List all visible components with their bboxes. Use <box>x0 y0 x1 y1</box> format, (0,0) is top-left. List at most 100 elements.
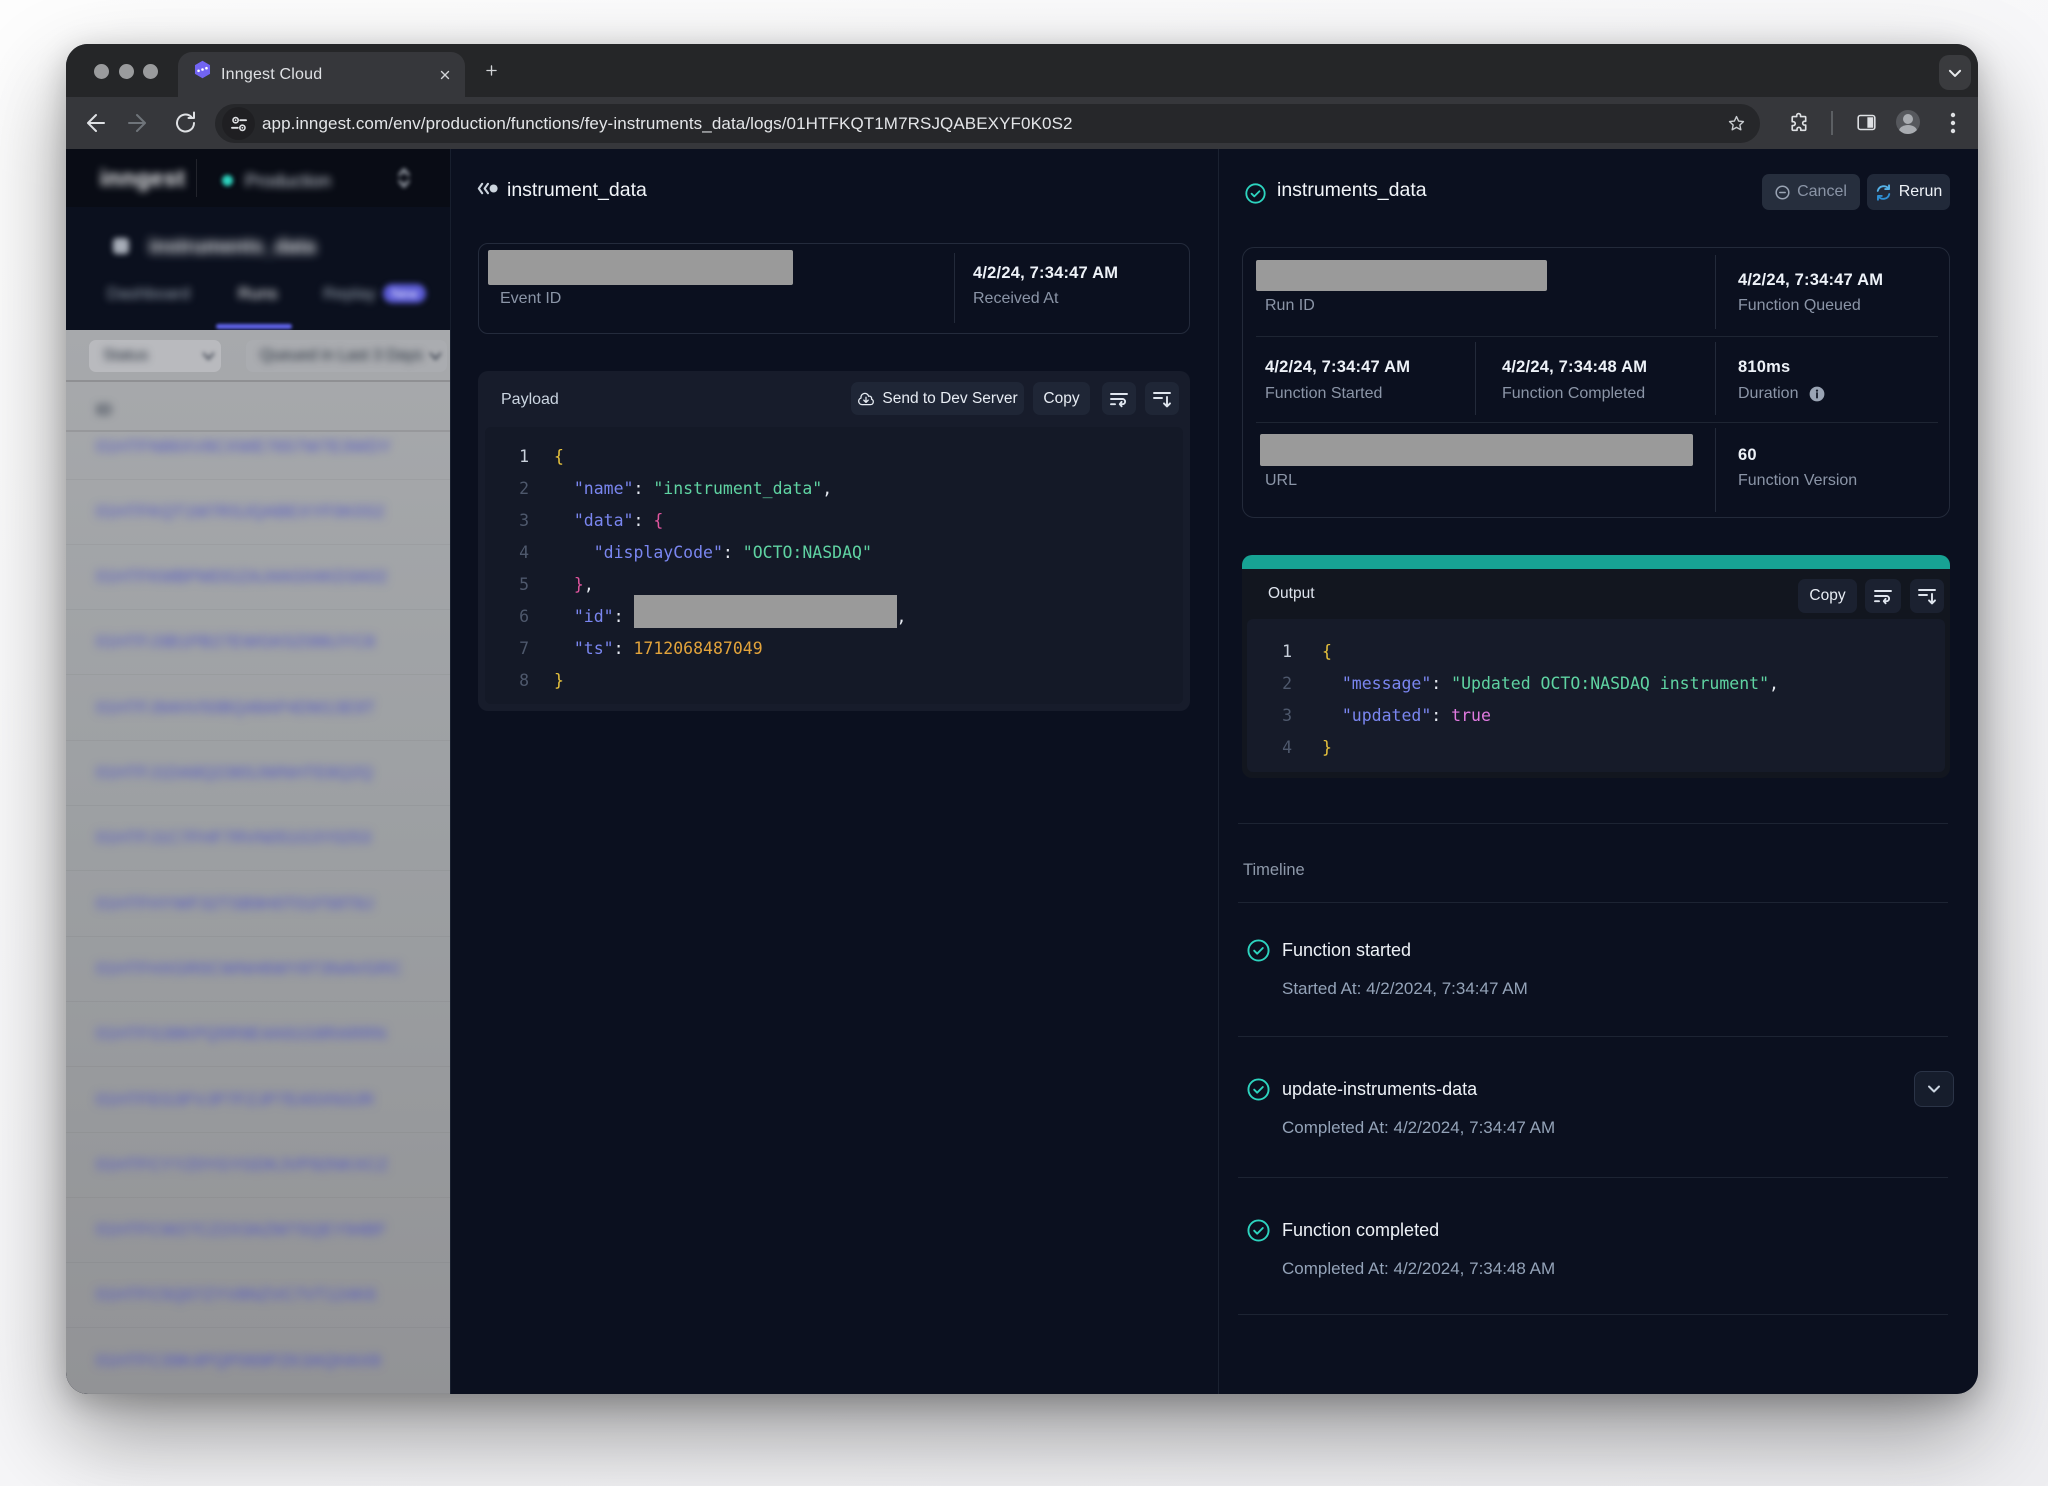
send-to-dev-server-label: Send to Dev Server <box>882 390 1017 408</box>
line-number: 3 <box>485 505 529 537</box>
cancel-button[interactable]: Cancel <box>1762 174 1860 210</box>
env-divider <box>196 159 197 197</box>
send-to-dev-server-button[interactable]: Send to Dev Server <box>851 382 1024 415</box>
app-content: inngest Production instruments_data Dash… <box>66 149 1978 1394</box>
payload-wordwrap-button[interactable] <box>1102 382 1136 415</box>
code-line: 6 "id": , <box>485 601 1183 633</box>
browser-window: Inngest Cloud <box>66 44 1978 1394</box>
function-icon <box>113 238 129 254</box>
cancel-label: Cancel <box>1797 183 1847 201</box>
browser-menu-icon[interactable] <box>1942 111 1964 135</box>
function-name: instruments_data <box>149 236 316 259</box>
rerun-button[interactable]: Rerun <box>1867 174 1950 210</box>
event-meta-divider <box>954 253 955 323</box>
timeline-step-expand-button[interactable] <box>1914 1071 1954 1107</box>
run-row-separator <box>66 544 450 545</box>
inngest-logo: inngest <box>100 165 185 192</box>
run-status-success-icon <box>1245 183 1266 204</box>
output-scroll-bottom-button[interactable] <box>1910 579 1944 613</box>
id-header-divider <box>66 430 450 432</box>
payload-title: Payload <box>501 391 559 409</box>
run-id-link[interactable]: 01HTFCW27CZ2X3AZM7SQEY94BF <box>96 1220 387 1240</box>
env-selector[interactable]: Production <box>245 171 331 192</box>
timeline-step-success-icon <box>1247 939 1270 962</box>
run-id-link[interactable]: 01HTFKMBPMDGZAJ4AG04KD3A02 <box>96 567 387 587</box>
tab-title: Inngest Cloud <box>221 66 322 84</box>
run-id-link[interactable]: 01HTFJ1C7FHF7RVN051G3Y0253 <box>96 828 371 848</box>
function-version-value: 60 <box>1738 446 1757 465</box>
word-wrap-icon <box>1109 390 1129 408</box>
payload-scroll-bottom-button[interactable] <box>1145 382 1179 415</box>
line-number: 3 <box>1247 700 1292 732</box>
status-filter-label: Status <box>103 347 148 365</box>
duration-info-icon[interactable] <box>1809 386 1825 402</box>
profile-avatar[interactable] <box>1896 110 1920 134</box>
output-panel: Output Copy 1{2 "m <box>1242 555 1950 778</box>
site-info-icon[interactable] <box>229 114 249 134</box>
reload-icon[interactable] <box>174 110 197 136</box>
run-id-link[interactable]: 01HTFC5Q07ZYV8NZVC7VT124K6 <box>96 1285 376 1305</box>
side-panel-icon[interactable] <box>1856 112 1877 133</box>
bookmark-star-icon[interactable] <box>1727 114 1746 133</box>
output-copy-button[interactable]: Copy <box>1798 579 1857 613</box>
run-id-link[interactable]: 01HTFN86XV8CXWE7657W7E3WDY <box>96 437 391 457</box>
traffic-light-close[interactable] <box>94 64 109 79</box>
run-id-link[interactable]: 01HTFG38KPQ5R9E4A91G8RARRN <box>96 1024 387 1044</box>
run-id-link[interactable]: 01HTFHXGR0CWNH6WY8T3NAVGRC <box>96 959 402 979</box>
cloud-download-icon <box>857 390 875 408</box>
queued-filter[interactable]: Queued in Last 3 Days <box>246 340 447 372</box>
code-line: 8} <box>485 665 1183 697</box>
run-id-link[interactable]: 01HTFCYYZ0YGYGDKJVP92NKXCZ <box>96 1155 388 1175</box>
traffic-light-minimize[interactable] <box>119 64 134 79</box>
run-row-separator <box>66 1197 450 1198</box>
run-id-link[interactable]: 01HTFJ94HV50BQ48AP4DM13E9T <box>96 698 375 718</box>
run-id-redacted <box>1256 260 1547 291</box>
line-number: 1 <box>1247 636 1292 668</box>
code-line: 2 "name": "instrument_data", <box>485 473 1183 505</box>
toolbar-divider <box>1831 111 1833 135</box>
traffic-light-zoom[interactable] <box>143 64 158 79</box>
line-number: 8 <box>485 665 529 697</box>
received-at-label: Received At <box>973 290 1058 308</box>
forward-icon[interactable] <box>127 110 149 136</box>
url-text: app.inngest.com/env/production/functions… <box>262 114 1073 134</box>
tab-replay[interactable]: Replay <box>323 284 376 304</box>
url-bar[interactable]: app.inngest.com/env/production/functions… <box>215 104 1760 143</box>
run-row-separator <box>66 870 450 871</box>
timeline-step-timestamp: Completed At: 4/2/2024, 7:34:47 AM <box>1282 1118 1555 1138</box>
event-meta-card: Event ID 4/2/24, 7:34:47 AM Received At <box>478 243 1190 334</box>
status-filter-chevron-icon <box>202 352 215 360</box>
timeline-title: Timeline <box>1243 861 1305 880</box>
line-number: 4 <box>485 537 529 569</box>
payload-copy-label: Copy <box>1043 390 1079 408</box>
run-id-link[interactable]: 01HTFKQT1M7RSJQABEXYF0K0S2 <box>96 502 385 522</box>
rerun-label: Rerun <box>1899 183 1943 201</box>
run-id-link[interactable]: 01HTFHYWF32TSB9H0T01F58T8J <box>96 894 373 914</box>
back-icon[interactable] <box>84 110 106 136</box>
run-id-link[interactable]: 01HTFJ1DA8Q238SJWNHTE8Q2Q <box>96 763 373 783</box>
run-id-link[interactable]: 01HTFEG3FVJP7FZJP7EA5XN3JR <box>96 1090 374 1110</box>
extensions-icon[interactable] <box>1788 112 1810 134</box>
filters-divider <box>66 380 450 382</box>
line-number: 2 <box>1247 668 1292 700</box>
line-number: 6 <box>485 601 529 633</box>
payload-copy-button[interactable]: Copy <box>1033 382 1090 415</box>
timeline-step-success-icon <box>1247 1078 1270 1101</box>
env-selector-chevrons-icon[interactable] <box>397 165 411 191</box>
word-wrap-icon <box>1873 587 1893 605</box>
run-id-link[interactable]: 01HTFJ3B1PB27EWGK5Z086JYC8 <box>96 632 375 652</box>
run-panel: instruments_data Cancel Rerun <box>1218 149 1978 1394</box>
run-row-separator <box>66 1393 450 1394</box>
new-tab-button[interactable] <box>483 62 500 79</box>
tab-search-button[interactable] <box>1939 55 1971 90</box>
tab-dashboard[interactable]: Dashboard <box>107 284 190 304</box>
browser-tab[interactable]: Inngest Cloud <box>178 52 465 97</box>
status-filter[interactable]: Status <box>89 340 221 372</box>
tab-runs[interactable]: Runs <box>238 284 278 304</box>
output-wordwrap-button[interactable] <box>1865 579 1901 613</box>
tab-close-icon[interactable] <box>438 68 452 82</box>
timeline-step-success-icon <box>1247 1219 1270 1242</box>
run-row-separator <box>66 1066 450 1067</box>
timeline-item-divider <box>1238 1177 1948 1178</box>
run-id-link[interactable]: 01HTFC39K4PQP069PZK3AQHAX8 <box>96 1351 381 1371</box>
